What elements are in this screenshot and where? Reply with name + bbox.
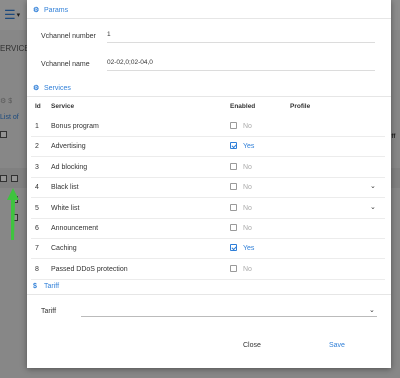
services-section-title: Services: [44, 85, 71, 92]
params-section-title: Params: [44, 7, 69, 14]
vchannel-name-label: Vchannel name: [41, 61, 90, 68]
gears-icon: ⚙: [33, 85, 40, 92]
service-name: Announcement: [51, 225, 99, 232]
dollar-icon: $: [33, 283, 37, 290]
vchannel-name-input[interactable]: 02-02,0;02-04,0: [107, 57, 375, 71]
service-name: Ad blocking: [51, 163, 88, 171]
service-row: 8 Passed DDoS protection No: [27, 260, 391, 280]
service-name: Advertising: [51, 143, 86, 151]
enabled-checkbox[interactable]: [230, 183, 237, 191]
close-button[interactable]: Close: [243, 342, 261, 349]
divider: [27, 294, 391, 295]
vchannel-number-label: Vchannel number: [41, 33, 96, 40]
tariff-select[interactable]: [81, 303, 377, 317]
profile-dropdown-chevron-icon[interactable]: ⌄: [370, 182, 376, 190]
service-name: Caching: [51, 245, 77, 253]
column-header-enabled: Enabled: [230, 103, 256, 110]
column-header-id: Id: [35, 103, 41, 110]
service-name: White list: [51, 204, 80, 212]
service-row: 7 Caching Yes: [27, 239, 391, 260]
enabled-status: No: [243, 265, 252, 273]
divider: [27, 18, 391, 19]
gears-icon: ⚙: [33, 7, 40, 14]
column-header-profile: Profile: [290, 103, 311, 110]
params-section-header: ⚙ Params: [33, 5, 68, 17]
enabled-status: No: [243, 123, 252, 130]
divider: [27, 96, 391, 97]
profile-dropdown-chevron-icon[interactable]: ⌄: [370, 203, 376, 211]
chevron-down-icon[interactable]: ⌄: [369, 306, 375, 314]
enabled-status: No: [243, 163, 252, 171]
service-row: 5 White list No ⌄: [27, 199, 391, 219]
enabled-status: No: [243, 225, 252, 232]
tariff-label: Tariff: [41, 308, 57, 315]
service-id: 4: [35, 184, 39, 192]
service-row: 1 Bonus program No: [27, 117, 391, 137]
tariff-section-header: $ Tariff: [33, 281, 59, 293]
edit-vchannel-dialog: ⚙ Params Vchannel number 1 Vchannel name …: [27, 0, 391, 368]
service-id: 1: [35, 123, 39, 130]
service-row: 2 Advertising Yes: [27, 137, 391, 158]
services-section-header: ⚙ Services: [33, 83, 71, 95]
save-button[interactable]: Save: [329, 342, 345, 349]
service-id: 8: [35, 265, 39, 273]
enabled-status: No: [243, 204, 252, 212]
service-id: 6: [35, 225, 39, 232]
service-id: 3: [35, 163, 39, 171]
service-name: Passed DDoS protection: [51, 265, 128, 273]
enabled-status: Yes: [243, 143, 255, 151]
enabled-status: Yes: [243, 245, 255, 253]
column-header-service: Service: [51, 103, 75, 110]
enabled-checkbox[interactable]: [230, 244, 237, 252]
enabled-checkbox[interactable]: [230, 162, 237, 170]
enabled-checkbox[interactable]: [230, 203, 237, 211]
service-row: 3 Ad blocking No: [27, 158, 391, 178]
service-id: 2: [35, 143, 39, 151]
service-id: 7: [35, 245, 39, 253]
enabled-checkbox[interactable]: [230, 224, 237, 231]
service-name: Black list: [51, 184, 79, 192]
enabled-checkbox[interactable]: [230, 142, 237, 150]
service-row: 4 Black list No ⌄: [27, 178, 391, 199]
service-row: 6 Announcement No: [27, 219, 391, 239]
service-name: Bonus program: [51, 123, 99, 130]
enabled-status: No: [243, 184, 252, 192]
green-arrow-annotation: [7, 188, 19, 240]
enabled-checkbox[interactable]: [230, 264, 237, 272]
enabled-checkbox[interactable]: [230, 122, 237, 129]
vchannel-number-input[interactable]: 1: [107, 29, 375, 43]
tariff-section-title: Tariff: [44, 283, 60, 290]
service-id: 5: [35, 204, 39, 212]
row-divider: [31, 278, 385, 280]
